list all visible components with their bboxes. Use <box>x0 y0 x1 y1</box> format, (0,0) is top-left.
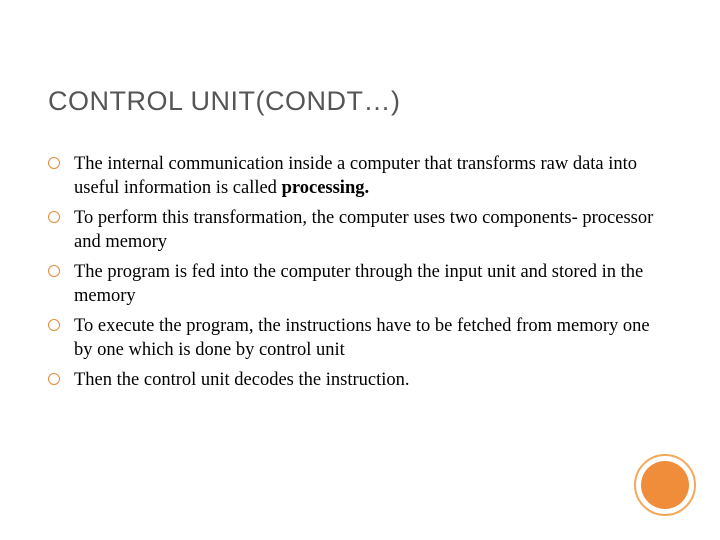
bullet-text: To execute the program, the instructions… <box>74 314 658 362</box>
slide-title: CONTROL UNIT(CONDT…) <box>48 86 400 117</box>
bullet-icon <box>48 211 60 223</box>
bullet-text: The internal communication inside a comp… <box>74 152 658 200</box>
list-item: The program is fed into the computer thr… <box>48 260 658 308</box>
decorative-circle-icon <box>634 454 696 516</box>
bullet-text-bold: processing. <box>282 178 370 198</box>
bullet-icon <box>48 373 60 385</box>
bullet-text: Then the control unit decodes the instru… <box>74 368 409 392</box>
bullet-text-pre: Then the control unit decodes the instru… <box>74 370 409 390</box>
decorative-circle-inner <box>641 461 689 509</box>
slide: CONTROL UNIT(CONDT…) The internal commun… <box>0 0 720 540</box>
bullet-text-pre: To execute the program, the instructions… <box>74 316 650 360</box>
bullet-icon <box>48 319 60 331</box>
list-item: To execute the program, the instructions… <box>48 314 658 362</box>
list-item: Then the control unit decodes the instru… <box>48 368 658 392</box>
slide-body: The internal communication inside a comp… <box>48 152 658 398</box>
bullet-icon <box>48 265 60 277</box>
bullet-text-pre: The program is fed into the computer thr… <box>74 262 643 306</box>
bullet-icon <box>48 157 60 169</box>
bullet-text: To perform this transformation, the comp… <box>74 206 658 254</box>
list-item: The internal communication inside a comp… <box>48 152 658 200</box>
bullet-text-pre: To perform this transformation, the comp… <box>74 208 653 252</box>
list-item: To perform this transformation, the comp… <box>48 206 658 254</box>
bullet-text: The program is fed into the computer thr… <box>74 260 658 308</box>
